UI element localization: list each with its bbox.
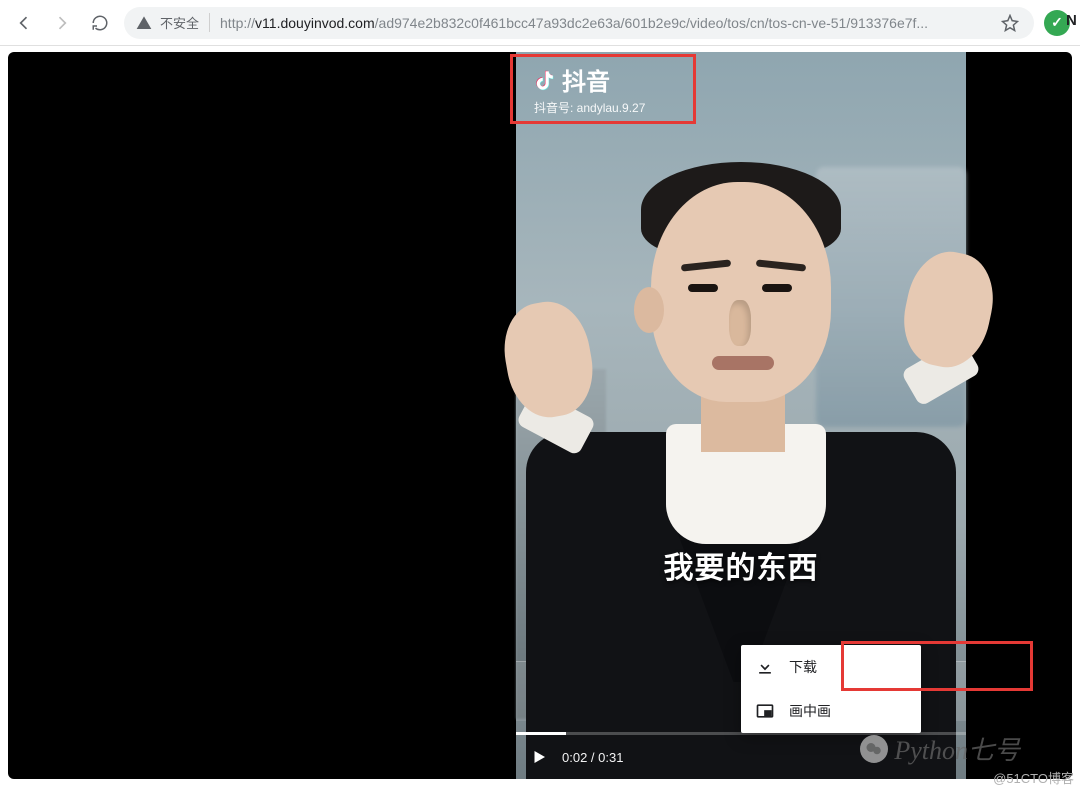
play-button[interactable] (530, 748, 548, 766)
browser-toolbar: 不安全 http://v11.douyinvod.com/ad974e2b832… (0, 0, 1080, 46)
url-scheme: http:// (220, 15, 255, 31)
tab-edge-hint: N (1066, 12, 1080, 32)
video-context-menu: 下载 画中画 (741, 645, 921, 733)
wechat-icon (860, 735, 888, 763)
blog-watermark: @51CTO博客 (993, 768, 1074, 787)
pip-icon (755, 701, 775, 721)
douyin-watermark-title: 抖音 (562, 62, 610, 97)
content-stage: 抖音 抖音号: andylau.9.27 我要的东西 0:02 / 0:31 (0, 46, 1080, 789)
person-ear (634, 287, 664, 333)
address-bar[interactable]: 不安全 http://v11.douyinvod.com/ad974e2b832… (124, 7, 1034, 39)
not-secure-icon (136, 15, 152, 31)
url-host: v11.douyinvod.com (255, 15, 375, 31)
person-nose (729, 300, 751, 346)
url-path: /ad974e2b832c0f461bcc47a93dc2e63a/601b2e… (375, 15, 928, 31)
person-mouth (712, 356, 774, 370)
bookmark-star-icon[interactable] (998, 11, 1022, 35)
duration: 0:31 (598, 750, 623, 765)
video-player[interactable]: 抖音 抖音号: andylau.9.27 我要的东西 0:02 / 0:31 (8, 52, 1072, 779)
wechat-watermark: Python七号 (860, 730, 1020, 767)
video-caption: 我要的东西 (516, 543, 966, 587)
forward-button[interactable] (48, 9, 76, 37)
back-button[interactable] (10, 9, 38, 37)
menu-item-pip[interactable]: 画中画 (741, 689, 921, 733)
extension-badge-glyph: ✓ (1051, 14, 1063, 31)
url-text: http://v11.douyinvod.com/ad974e2b832c0f4… (220, 15, 990, 31)
person-eye-r (762, 284, 792, 292)
douyin-watermark: 抖音 抖音号: andylau.9.27 (534, 62, 645, 116)
time-separator: / (587, 750, 598, 765)
menu-item-pip-label: 画中画 (789, 701, 831, 721)
time-display: 0:02 / 0:31 (562, 750, 623, 765)
download-icon (755, 657, 775, 677)
person-eye-l (688, 284, 718, 292)
reload-button[interactable] (86, 9, 114, 37)
not-secure-label: 不安全 (160, 13, 210, 32)
wechat-watermark-text: Python七号 (894, 730, 1020, 767)
current-time: 0:02 (562, 750, 587, 765)
menu-item-download-label: 下载 (789, 657, 817, 677)
douyin-logo-icon (534, 68, 556, 92)
menu-item-download[interactable]: 下载 (741, 645, 921, 689)
video-frame: 抖音 抖音号: andylau.9.27 我要的东西 0:02 / 0:31 (516, 52, 966, 779)
douyin-watermark-subtitle: 抖音号: andylau.9.27 (534, 99, 645, 116)
